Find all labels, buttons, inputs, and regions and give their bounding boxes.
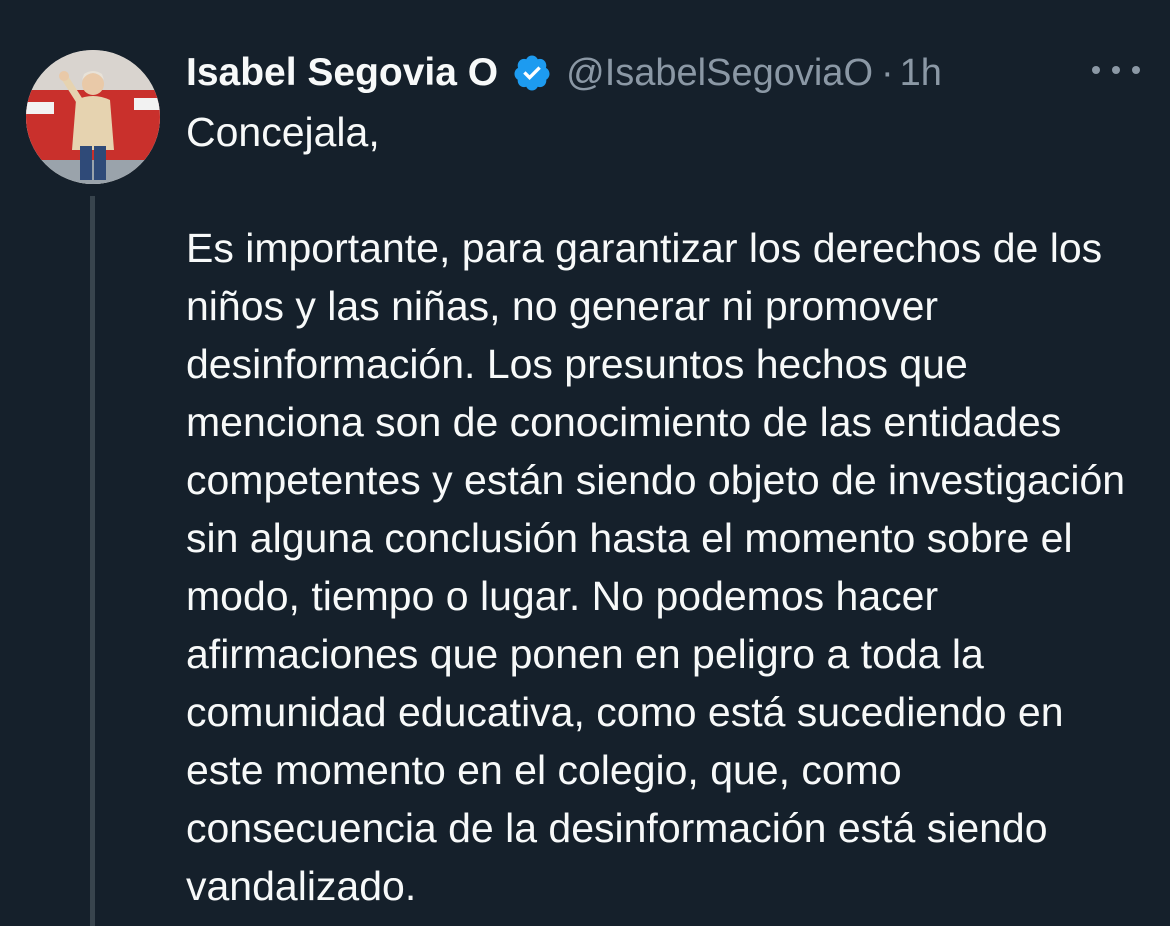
more-dot bbox=[1132, 66, 1140, 74]
separator-dot: · bbox=[881, 51, 894, 94]
thread-line bbox=[90, 196, 95, 926]
more-dot bbox=[1112, 66, 1120, 74]
tweet-header: Isabel Segovia O @IsabelSegoviaO · 1h bbox=[186, 46, 942, 100]
more-horizontal-icon[interactable] bbox=[1092, 60, 1140, 80]
more-dot bbox=[1092, 66, 1100, 74]
verified-badge-icon[interactable] bbox=[512, 53, 552, 93]
avatar[interactable] bbox=[26, 50, 160, 184]
timestamp[interactable]: 1h bbox=[900, 52, 942, 95]
author-handle[interactable]: @IsabelSegoviaO bbox=[566, 52, 873, 95]
tweet-text: Concejala, Es importante, para garantiza… bbox=[186, 109, 1126, 909]
tweet[interactable]: Isabel Segovia O @IsabelSegoviaO · 1h Co… bbox=[0, 0, 1170, 926]
avatar-image bbox=[26, 50, 160, 184]
display-name[interactable]: Isabel Segovia O bbox=[186, 51, 498, 95]
